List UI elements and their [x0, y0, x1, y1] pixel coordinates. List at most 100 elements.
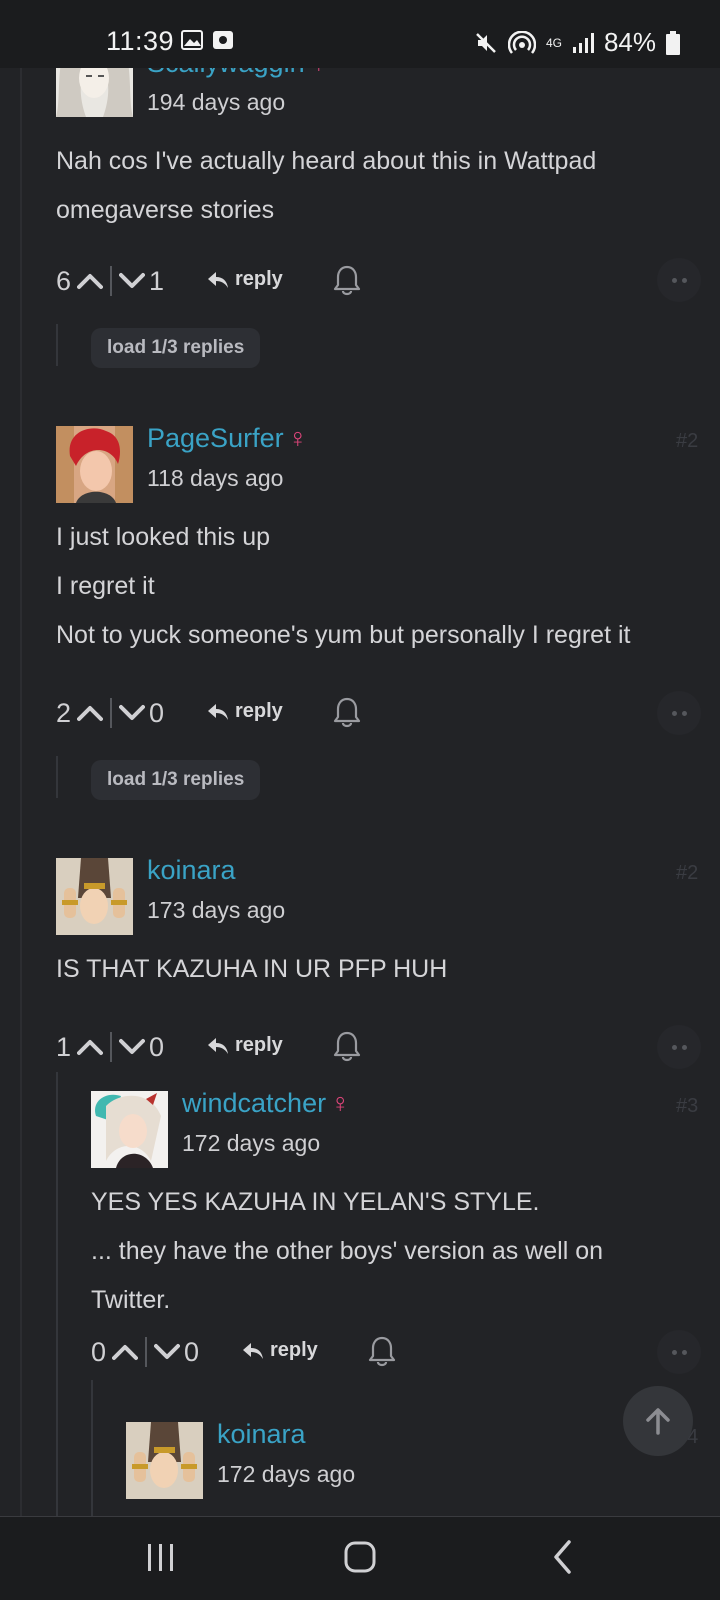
comment-line: I regret it [56, 572, 155, 600]
reply-label: reply [235, 268, 283, 290]
battery-icon [666, 30, 680, 55]
upvote-icon[interactable] [112, 1343, 139, 1361]
comment-age: 172 days ago [217, 1461, 356, 1487]
upvote-count: 0 [91, 1336, 107, 1367]
mute-icon [476, 32, 496, 53]
gallery-icon [181, 30, 203, 50]
comment-body: I just looked this up I regret it Not to… [56, 513, 630, 660]
username[interactable]: windcatcher ♀ [182, 1088, 350, 1119]
reply-label: reply [235, 1034, 283, 1056]
network-4g-icon: 4G [545, 35, 562, 50]
more-options-button[interactable] [657, 691, 701, 735]
upvote-count: 1 [56, 1031, 72, 1062]
vote-divider [145, 1337, 148, 1367]
bell-icon[interactable] [333, 696, 361, 728]
comment-line: YES YES KAZUHA IN YELAN'S STYLE. [91, 1188, 540, 1216]
reply-thread-line [91, 1380, 93, 1516]
username[interactable]: Scallywaggin♀ [147, 68, 329, 79]
avatar-image [56, 858, 133, 935]
avatar[interactable] [56, 68, 133, 117]
comment-index: #3 [676, 1095, 699, 1117]
scroll-to-top-button[interactable] [623, 1386, 693, 1456]
screen-record-icon [213, 31, 233, 49]
vote-controls: 1 0 [56, 1027, 164, 1067]
comment-line: IS THAT KAZUHA IN UR PFP HUH [56, 955, 448, 983]
back-icon[interactable] [550, 1537, 574, 1577]
comment-body: YES YES KAZUHA IN YELAN'S STYLE. ... the… [91, 1178, 603, 1325]
bell-icon[interactable] [333, 1030, 361, 1062]
comment-line: I just looked this up [56, 523, 271, 551]
more-options-button[interactable] [657, 1330, 701, 1374]
navigation-bar [0, 1516, 720, 1600]
avatar[interactable] [56, 426, 133, 503]
reply-icon [208, 271, 228, 288]
username[interactable]: koinara [147, 855, 236, 886]
downvote-icon[interactable] [154, 1343, 181, 1361]
comment-line: ... they have the other boys' version as… [91, 1237, 603, 1265]
upvote-icon[interactable] [77, 272, 104, 290]
avatar-image [56, 426, 133, 503]
vote-controls: 2 0 [56, 693, 164, 733]
downvote-count: 0 [184, 1336, 200, 1367]
bell-icon[interactable] [368, 1335, 396, 1367]
avatar[interactable] [126, 1422, 203, 1499]
vote-divider [110, 266, 113, 296]
load-replies-button[interactable]: load 1/3 replies [91, 760, 261, 800]
status-time: 11:39 [106, 26, 175, 56]
more-options-button[interactable] [657, 1025, 701, 1069]
reply-button[interactable]: reply [242, 1339, 318, 1362]
comment-body: IS THAT KAZUHA IN UR PFP HUH [56, 945, 447, 994]
reply-icon [208, 1037, 228, 1054]
downvote-count: 0 [149, 697, 165, 728]
reply-label: reply [235, 700, 283, 722]
comment-line: Twitter. [91, 1286, 171, 1314]
vote-controls: 0 0 [91, 1332, 199, 1372]
downvote-icon[interactable] [119, 704, 146, 722]
home-icon[interactable] [343, 1537, 377, 1577]
comment-index: #2 [676, 862, 699, 884]
status-right: 4G 84% [474, 27, 680, 58]
gender-female-icon: ♀ [309, 68, 329, 78]
username[interactable]: koinara [217, 1419, 306, 1450]
signal-icon [572, 32, 594, 53]
reply-button[interactable]: reply [207, 268, 283, 291]
reply-thread-line [56, 756, 58, 798]
hotspot-icon [507, 30, 536, 54]
vote-divider [110, 698, 113, 728]
comment-line: Not to yuck someone's yum but personally… [56, 621, 631, 649]
reply-icon [208, 703, 228, 720]
username[interactable]: PageSurfer ♀ [147, 423, 308, 454]
downvote-icon[interactable] [119, 1038, 146, 1056]
avatar[interactable] [56, 858, 133, 935]
downvote-count: 0 [149, 1031, 165, 1062]
upvote-count: 6 [56, 265, 72, 296]
reply-button[interactable]: reply [207, 700, 283, 723]
reply-thread-line [56, 1072, 58, 1516]
avatar[interactable] [91, 1091, 168, 1168]
arrow-up-icon [646, 1408, 670, 1435]
status-bar: 11:39 4G 84% [0, 0, 720, 68]
avatar-image [56, 68, 133, 117]
more-options-button[interactable] [657, 258, 701, 302]
downvote-icon[interactable] [119, 272, 146, 290]
reply-button[interactable]: reply [207, 1034, 283, 1057]
comment-age: 173 days ago [147, 897, 286, 923]
upvote-icon[interactable] [77, 1038, 104, 1056]
comment: Scallywaggin♀ 194 days ago Nah cos I've … [0, 68, 720, 368]
gender-female-icon: ♀ [330, 1088, 351, 1118]
upvote-icon[interactable] [77, 704, 104, 722]
load-replies-button[interactable]: load 1/3 replies [91, 328, 261, 368]
recent-apps-icon[interactable] [146, 1537, 176, 1577]
comment-age: 194 days ago [147, 89, 286, 115]
comments-feed[interactable]: Scallywaggin♀ 194 days ago Nah cos I've … [0, 68, 720, 1516]
upvote-count: 2 [56, 697, 72, 728]
downvote-count: 1 [149, 265, 165, 296]
avatar-image [91, 1091, 168, 1168]
reply-label: reply [270, 1339, 318, 1361]
battery-percent: 84% [603, 27, 656, 57]
comment-line: omegaverse stories [56, 196, 275, 224]
bell-icon[interactable] [333, 264, 361, 296]
vote-controls: 6 1 [56, 261, 164, 301]
reply-thread-line [56, 324, 58, 366]
comment-index: #2 [676, 430, 699, 452]
